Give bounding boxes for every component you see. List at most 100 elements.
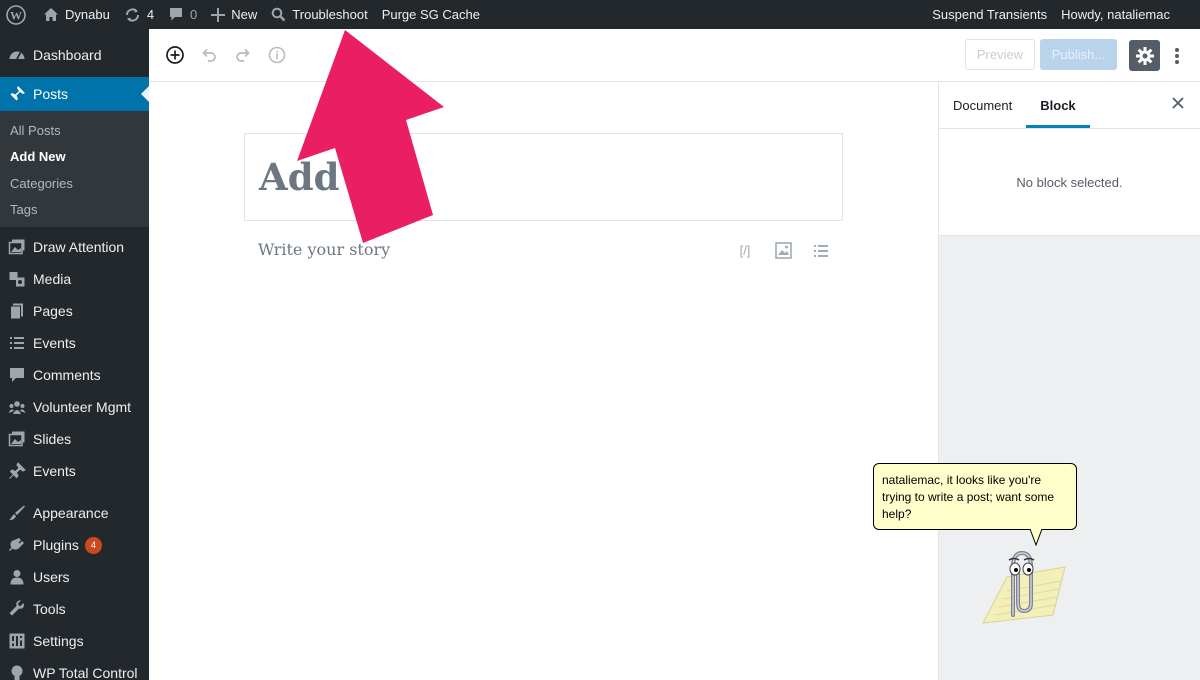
posts-submenu: All Posts Add New Categories Tags	[0, 111, 149, 227]
tab-block[interactable]: Block	[1026, 82, 1090, 128]
sidebar-item-label: Users	[33, 569, 70, 585]
refresh-icon	[124, 7, 141, 23]
settings-tabs: Document Block	[939, 82, 1200, 129]
search-icon	[271, 7, 286, 22]
quick-inserter: [/]	[735, 242, 831, 259]
sidebar-item-users[interactable]: Users	[0, 561, 149, 593]
info-icon	[268, 46, 286, 64]
sidebar-item-volunteer-mgmt[interactable]: Volunteer Mgmt	[0, 391, 149, 423]
preview-button[interactable]: Preview	[965, 39, 1035, 70]
more-menu-button[interactable]	[1167, 40, 1187, 71]
plus-icon	[211, 7, 226, 22]
comments-menu[interactable]: 0	[161, 0, 204, 29]
list-icon[interactable]	[811, 243, 831, 259]
updates-count: 4	[146, 7, 155, 22]
tab-document[interactable]: Document	[939, 82, 1026, 128]
sidebar-item-label: Dashboard	[33, 47, 102, 63]
suspend-label: Suspend Transients	[932, 7, 1048, 22]
sidebar-item-posts[interactable]: Posts	[0, 77, 149, 111]
sidebar-item-label: Draw Attention	[33, 239, 125, 255]
wordpress-icon: W	[6, 4, 26, 25]
content-info-button[interactable]	[265, 43, 289, 67]
redo-icon	[236, 48, 250, 62]
more-vertical-icon	[1175, 47, 1179, 64]
sidebar-item-plugins[interactable]: Plugins 4	[0, 529, 149, 561]
sidebar-item-label: Settings	[33, 633, 84, 649]
sidebar-item-label: WP Total Control	[33, 665, 138, 680]
my-account-menu[interactable]: Howdy, nataliemac	[1054, 0, 1200, 29]
admin-sidebar: Dashboard Posts All Posts Add New Catego…	[0, 29, 149, 680]
site-name-menu[interactable]: Dynabu	[36, 0, 117, 29]
dashboard-icon	[8, 46, 26, 64]
sidebar-item-draw-attention[interactable]: Draw Attention	[0, 231, 149, 263]
comments-count: 0	[190, 7, 198, 22]
publish-button[interactable]: Publish...	[1040, 39, 1117, 70]
sidebar-item-pages[interactable]: Pages	[0, 295, 149, 327]
sidebar-item-comments[interactable]: Comments	[0, 359, 149, 391]
undo-button[interactable]	[197, 43, 221, 67]
sidebar-item-label: Plugins	[33, 537, 79, 553]
sidebar-item-label: Pages	[33, 303, 73, 319]
svg-text:W: W	[10, 8, 22, 22]
gear-icon	[1135, 46, 1154, 65]
images-icon	[8, 238, 26, 256]
comment-icon	[168, 7, 184, 22]
sidebar-item-label: Events	[33, 335, 76, 351]
bulb-icon	[8, 664, 26, 680]
add-block-button[interactable]	[163, 43, 187, 67]
sidebar-item-label: Comments	[33, 367, 101, 383]
plugins-update-badge: 4	[84, 536, 102, 554]
wp-logo-menu[interactable]: W	[0, 0, 36, 29]
sidebar-item-label: Events	[33, 463, 76, 479]
clippy-message: nataliemac, it looks like you're trying …	[882, 473, 1055, 521]
submenu-tags[interactable]: Tags	[0, 197, 149, 224]
list-icon	[8, 334, 26, 352]
no-block-message: No block selected.	[939, 129, 1200, 236]
new-content-menu[interactable]: New	[204, 0, 264, 29]
settings-toggle-button[interactable]	[1129, 40, 1160, 71]
updates-menu[interactable]: 4	[117, 0, 161, 29]
sidebar-item-wp-total-control[interactable]: WP Total Control	[0, 657, 149, 680]
sidebar-item-label: Posts	[33, 86, 69, 102]
sidebar-item-appearance[interactable]: Appearance	[0, 497, 149, 529]
sidebar-item-settings[interactable]: Settings	[0, 625, 149, 657]
sidebar-item-events-2[interactable]: Events	[0, 455, 149, 487]
sidebar-item-slides[interactable]: Slides	[0, 423, 149, 455]
sidebar-item-label: Slides	[33, 431, 72, 447]
sidebar-item-label: Media	[33, 271, 72, 287]
pin-icon	[8, 85, 26, 103]
clippy-paperclip-icon[interactable]	[975, 545, 1070, 630]
slides-icon	[8, 430, 26, 448]
howdy-label: Howdy, nataliemac	[1061, 7, 1170, 22]
site-name: Dynabu	[65, 7, 110, 22]
clippy-speech-bubble[interactable]: nataliemac, it looks like you're trying …	[873, 463, 1077, 530]
shortcode-icon[interactable]: [/]	[735, 243, 755, 258]
sidebar-item-tools[interactable]: Tools	[0, 593, 149, 625]
home-icon	[43, 7, 59, 22]
admin-bar: W Dynabu 4 0 New Troubleshoot Purge SG C…	[0, 0, 1200, 29]
settings-icon	[8, 632, 26, 650]
wrench-icon	[8, 600, 26, 618]
new-label: New	[231, 7, 258, 22]
submenu-all-posts[interactable]: All Posts	[0, 117, 149, 144]
close-settings-button[interactable]	[1172, 96, 1184, 114]
redo-button[interactable]	[231, 43, 255, 67]
brush-icon	[8, 504, 26, 522]
pin-icon	[8, 462, 26, 480]
sidebar-item-dashboard[interactable]: Dashboard	[0, 39, 149, 71]
sidebar-item-label: Appearance	[33, 505, 109, 521]
sidebar-item-events[interactable]: Events	[0, 327, 149, 359]
add-block-icon	[166, 46, 184, 64]
groups-icon	[8, 398, 26, 416]
submenu-add-new[interactable]: Add New	[0, 144, 149, 171]
user-icon	[8, 568, 26, 586]
sidebar-item-media[interactable]: Media	[0, 263, 149, 295]
annotation-arrow	[297, 30, 444, 243]
suspend-transients-menu[interactable]: Suspend Transients	[925, 0, 1054, 29]
image-icon[interactable]	[773, 242, 793, 259]
editor-canvas: Add t Write your story [/]	[149, 82, 938, 680]
sidebar-item-label: Volunteer Mgmt	[33, 399, 132, 415]
speech-bubble-tail	[1030, 529, 1043, 546]
submenu-categories[interactable]: Categories	[0, 170, 149, 197]
pages-icon	[8, 302, 26, 320]
